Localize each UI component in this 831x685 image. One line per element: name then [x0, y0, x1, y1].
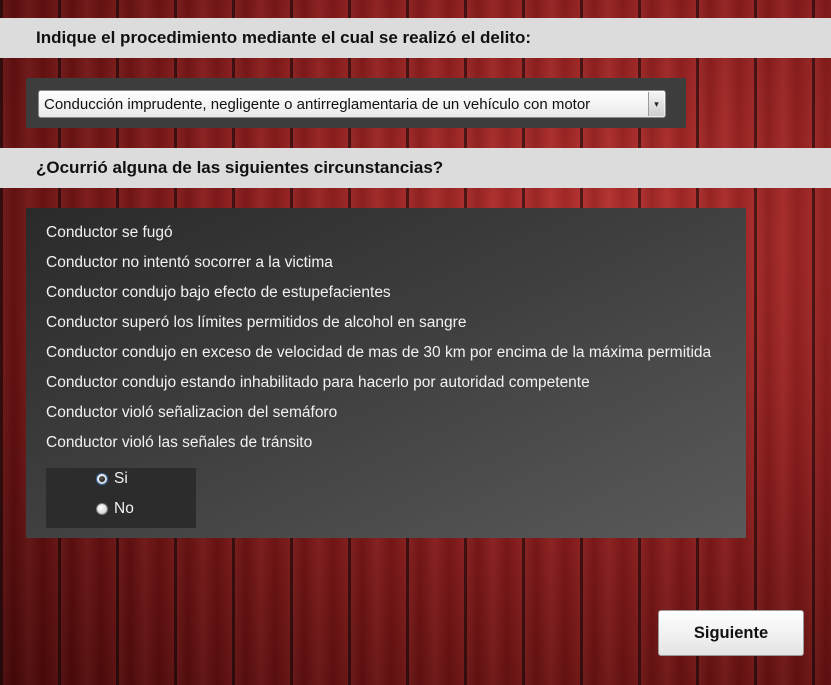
radio-option-no[interactable]: No [96, 500, 134, 518]
circumstance-item: Conductor violó las señales de tránsito [46, 434, 313, 451]
circumstance-item: Conductor no intentó socorrer a la victi… [46, 254, 333, 271]
circumstance-radio-group: Si No [46, 468, 196, 528]
circumstance-item: Conductor condujo estando inhabilitado p… [46, 374, 590, 391]
circumstance-item: Conductor condujo bajo efecto de estupef… [46, 284, 391, 301]
radio-label-si: Si [114, 470, 128, 487]
dropdown-arrow-icon[interactable]: ▾ [648, 92, 664, 116]
circumstance-item: Conductor violó señalizacion del semáfor… [46, 404, 338, 421]
procedure-select[interactable]: Conducción imprudente, negligente o anti… [38, 90, 666, 118]
circumstances-panel: Conductor se fugó Conductor no intentó s… [26, 208, 746, 538]
question1-label: Indique el procedimiento mediante el cua… [36, 28, 532, 47]
radio-option-si[interactable]: Si [96, 470, 128, 488]
procedure-select-panel: Conducción imprudente, negligente o anti… [26, 78, 686, 128]
question2-label: ¿Ocurrió alguna de las siguientes circun… [36, 158, 444, 177]
question1-header: Indique el procedimiento mediante el cua… [0, 18, 831, 58]
radio-unchecked-icon[interactable] [96, 503, 108, 515]
procedure-select-value: Conducción imprudente, negligente o anti… [44, 95, 591, 113]
next-button[interactable]: Siguiente [658, 610, 804, 656]
radio-label-no: No [114, 500, 134, 517]
circumstance-item: Conductor superó los límites permitidos … [46, 314, 467, 331]
circumstance-item: Conductor condujo en exceso de velocidad… [46, 344, 712, 361]
circumstance-item: Conductor se fugó [46, 224, 173, 241]
question2-header: ¿Ocurrió alguna de las siguientes circun… [0, 148, 831, 188]
circumstances-list: Conductor se fugó Conductor no intentó s… [46, 222, 711, 462]
radio-checked-icon[interactable] [96, 473, 108, 485]
